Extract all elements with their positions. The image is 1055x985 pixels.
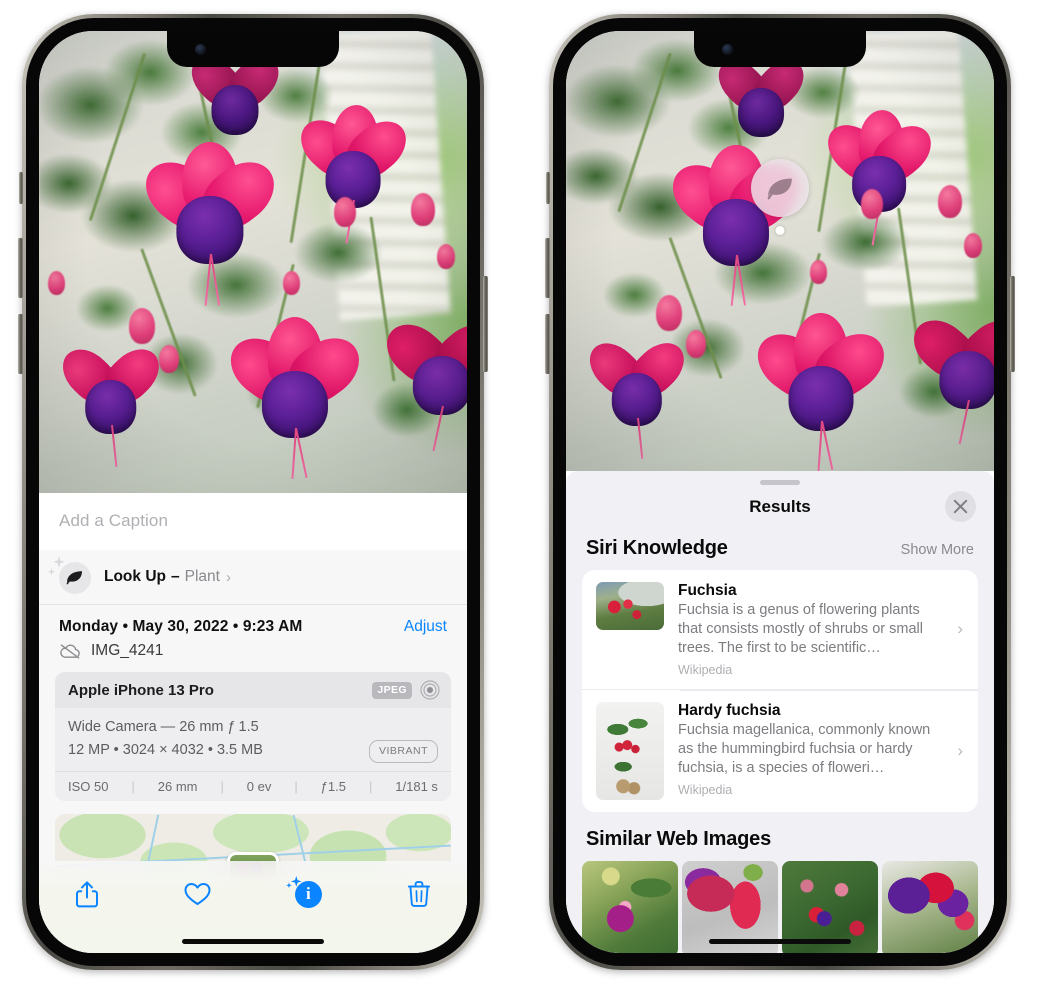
sparkle-icon	[47, 568, 56, 576]
file-row: IMG_4241	[39, 638, 467, 672]
volume-down-button[interactable]	[545, 314, 550, 374]
exif-stat: 26 mm	[157, 778, 198, 794]
leaf-glyph	[66, 571, 82, 585]
stat-divider: |	[294, 778, 298, 794]
trash-icon	[407, 881, 430, 907]
photo-vignette	[566, 31, 994, 471]
mute-switch[interactable]	[19, 172, 23, 204]
leaf-icon	[47, 556, 91, 594]
exif-stat: ISO 50	[68, 778, 109, 794]
close-button[interactable]	[945, 491, 976, 522]
aperture-icon	[420, 680, 440, 700]
visual-lookup-dot	[775, 226, 785, 235]
stat-divider: |	[368, 778, 373, 794]
list-item[interactable]: Fuchsia Fuchsia is a genus of flowering …	[582, 570, 978, 689]
section-title: Similar Web Images	[586, 827, 771, 850]
chevron-right-icon: ›	[957, 619, 963, 639]
knowledge-description: Fuchsia magellanica, commonly known as t…	[678, 721, 931, 776]
camera-model: Apple iPhone 13 Pro	[68, 681, 214, 699]
exif-stat: 1/181 s	[395, 778, 438, 794]
home-indicator[interactable]	[709, 939, 851, 944]
date-row: Monday • May 30, 2022 • 9:23 AM Adjust	[39, 605, 467, 638]
web-image-thumbnail[interactable]	[582, 860, 678, 953]
caption-input[interactable]: Add a Caption	[39, 493, 467, 550]
notch	[694, 31, 866, 67]
web-image-thumbnail[interactable]	[882, 860, 978, 953]
mute-switch[interactable]	[546, 172, 550, 204]
siri-knowledge-card: Fuchsia Fuchsia is a genus of flowering …	[582, 570, 978, 812]
chevron-right-icon: ›	[957, 740, 963, 760]
knowledge-text: Fuchsia Fuchsia is a genus of flowering …	[678, 582, 964, 677]
share-icon	[76, 880, 98, 907]
knowledge-source: Wikipedia	[678, 782, 733, 797]
power-button[interactable]	[1010, 276, 1015, 372]
heart-icon	[184, 883, 211, 905]
favorite-button[interactable]	[176, 874, 220, 914]
exif-header: Apple iPhone 13 Pro JPEG	[55, 672, 451, 708]
icloud-slash-icon	[60, 644, 80, 659]
lens-line: Wide Camera — 26 mm ƒ 1.5	[68, 719, 259, 735]
similar-images-header: Similar Web Images	[566, 812, 994, 859]
visual-lookup-badge[interactable]	[751, 159, 809, 217]
knowledge-title: Fuchsia	[678, 582, 737, 599]
list-item[interactable]: Hardy fuchsia Fuchsia magellanica, commo…	[582, 688, 978, 812]
photo-view[interactable]	[566, 31, 994, 471]
knowledge-thumbnail	[596, 701, 664, 800]
exif-stats: ISO 50 | 26 mm | 0 ev | ƒ1.5 | 1/181 s	[55, 770, 451, 801]
look-up-label: Look Up – Plant ›	[104, 568, 231, 586]
photo-date: Monday • May 30, 2022 • 9:23 AM	[59, 618, 303, 635]
photo-vignette	[39, 31, 467, 493]
home-indicator[interactable]	[182, 939, 324, 944]
exif-body: Wide Camera — 26 mm ƒ 1.5 12 MP • 3024 ×…	[55, 708, 451, 771]
stat-divider: |	[220, 778, 224, 794]
siri-knowledge-header: Siri Knowledge Show More	[566, 529, 994, 570]
vibrant-badge: VIBRANT	[368, 739, 438, 763]
sparkle-icon	[286, 876, 302, 889]
knowledge-title: Hardy fuchsia	[678, 701, 781, 719]
volume-up-button[interactable]	[18, 238, 23, 298]
volume-down-button[interactable]	[18, 314, 23, 374]
photo-view[interactable]	[39, 31, 467, 493]
front-camera-icon	[195, 44, 206, 55]
screen-left: Add a Caption Look Up – Plant › Monday •…	[39, 31, 467, 953]
specs-line-row: 12 MP • 3024 × 4032 • 3.5 MB VIBRANT	[68, 739, 438, 763]
exif-stat: ƒ1.5	[320, 778, 346, 794]
close-icon	[953, 499, 968, 514]
stat-divider: |	[131, 778, 135, 794]
volume-up-button[interactable]	[545, 238, 550, 298]
results-sheet: Results Siri Knowledge Show More Fuchsia…	[566, 471, 994, 953]
screenshot-root: Add a Caption Look Up – Plant › Monday •…	[0, 0, 1055, 985]
adjust-button[interactable]: Adjust	[404, 618, 447, 636]
delete-button[interactable]	[397, 874, 441, 914]
share-button[interactable]	[65, 874, 109, 914]
front-camera-icon	[722, 44, 733, 55]
exif-card[interactable]: Apple iPhone 13 Pro JPEG Wide Camera — 2…	[55, 672, 451, 801]
chevron-right-icon: ›	[225, 568, 231, 586]
screen-right: Results Siri Knowledge Show More Fuchsia…	[566, 31, 994, 953]
knowledge-source: Wikipedia	[678, 662, 733, 677]
section-title: Siri Knowledge	[586, 537, 728, 559]
look-up-row[interactable]: Look Up – Plant ›	[39, 550, 467, 605]
phone-right: Results Siri Knowledge Show More Fuchsia…	[545, 14, 1015, 970]
exif-stat: 0 ev	[246, 778, 272, 794]
knowledge-thumbnail	[596, 582, 664, 630]
format-badge: JPEG	[372, 681, 412, 699]
knowledge-description: Fuchsia is a genus of flowering plants t…	[678, 602, 923, 656]
row-divider	[680, 689, 978, 691]
show-more-button[interactable]: Show More	[901, 542, 974, 558]
look-up-title: Look Up	[104, 568, 166, 585]
info-button[interactable]: i	[286, 874, 330, 914]
phone-left: Add a Caption Look Up – Plant › Monday •…	[18, 14, 488, 970]
knowledge-text: Hardy fuchsia Fuchsia magellanica, commo…	[678, 702, 964, 797]
results-title: Results	[749, 497, 811, 516]
look-up-dash: –	[171, 568, 180, 585]
leaf-icon	[767, 178, 792, 199]
power-button[interactable]	[483, 276, 488, 372]
results-header: Results	[566, 485, 994, 529]
specs-line: 12 MP • 3024 × 4032 • 3.5 MB	[68, 742, 263, 759]
look-up-subject: Plant	[184, 568, 220, 585]
notch	[167, 31, 339, 67]
file-name: IMG_4241	[91, 642, 164, 659]
